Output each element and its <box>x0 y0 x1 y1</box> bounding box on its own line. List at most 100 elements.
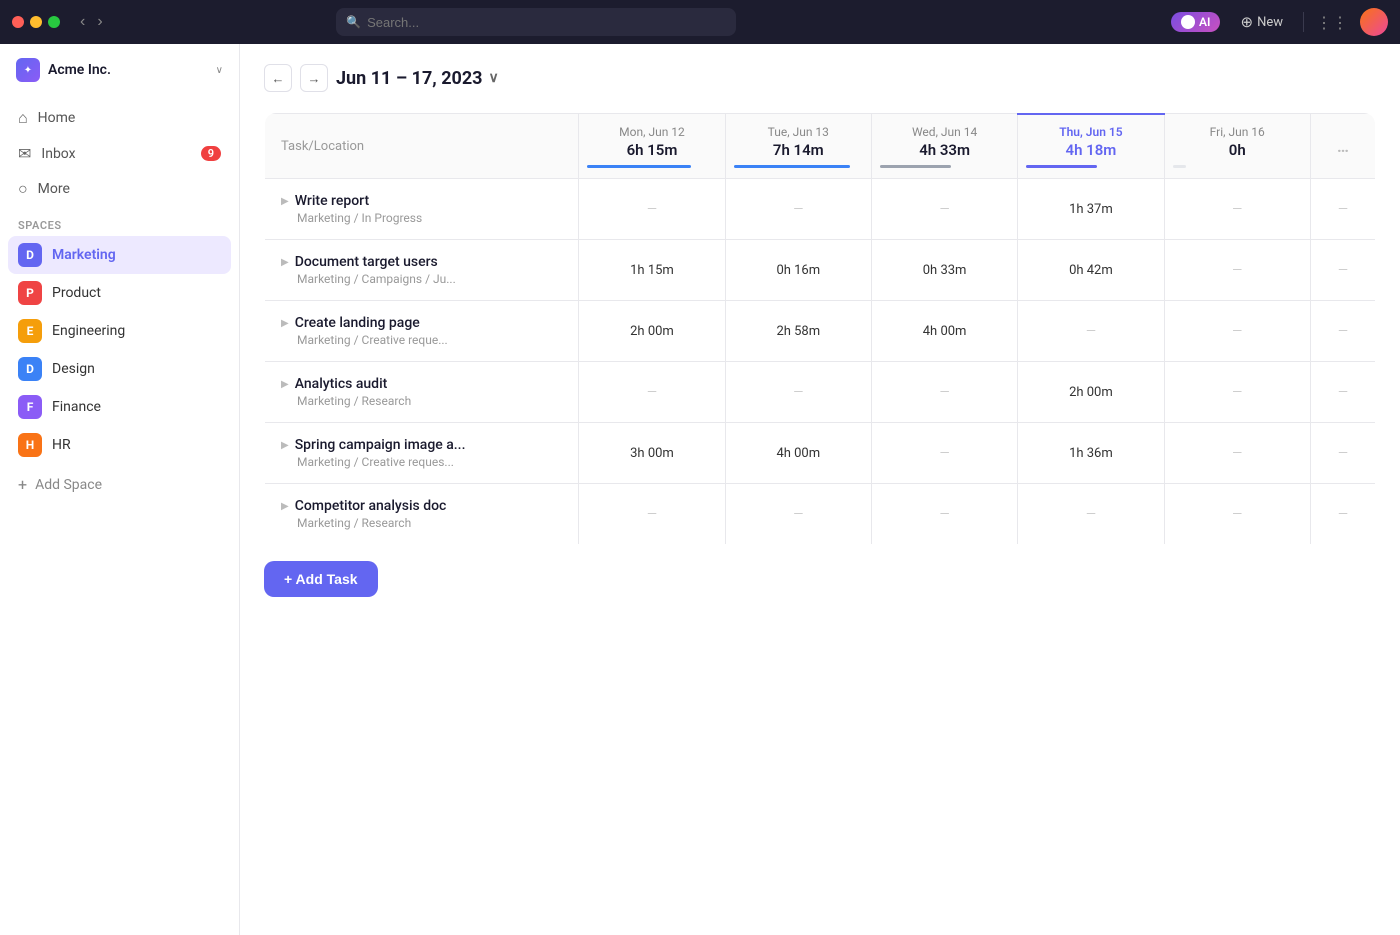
workspace-header[interactable]: Acme Inc. ∨ <box>0 44 239 96</box>
time-cell[interactable]: — <box>871 423 1017 484</box>
expand-icon[interactable]: ▶ <box>281 196 289 207</box>
expand-icon[interactable]: ▶ <box>281 318 289 329</box>
space-label-engineering: Engineering <box>52 323 125 339</box>
sidebar: Acme Inc. ∨ ⌂ Home ✉ Inbox 9 ○ More Spac… <box>0 44 240 935</box>
task-location: Marketing / Creative reque... <box>281 333 562 347</box>
grid-icon[interactable]: ⋮⋮ <box>1316 13 1348 32</box>
time-cell: 0h 42m <box>1018 240 1164 301</box>
time-cell[interactable]: — <box>1164 362 1310 423</box>
expand-icon[interactable]: ▶ <box>281 440 289 451</box>
time-cell[interactable]: — <box>1164 423 1310 484</box>
plus-icon: ⊕ <box>1240 13 1253 31</box>
time-empty: — <box>793 385 803 400</box>
date-nav: ← → Jun 11 – 17, 2023 ∨ <box>264 64 1376 92</box>
day-bar-mon <box>587 165 690 168</box>
browser-nav: ‹ › <box>76 12 107 32</box>
time-empty: — <box>793 202 803 217</box>
time-cell[interactable]: — <box>579 484 725 545</box>
task-location: Marketing / Campaigns / Ju... <box>281 272 562 286</box>
day-bar-wed <box>880 165 951 168</box>
time-empty: — <box>1232 324 1242 339</box>
time-cell[interactable]: — <box>725 484 871 545</box>
table-row: ▶ Competitor analysis doc Marketing / Re… <box>265 484 1376 545</box>
topbar-right: AI ⊕ New ⋮⋮ <box>1171 8 1388 36</box>
inbox-badge: 9 <box>201 146 221 161</box>
search-bar[interactable]: 🔍 <box>336 8 736 36</box>
sidebar-item-engineering[interactable]: E Engineering <box>8 312 231 350</box>
maximize-button[interactable] <box>48 16 60 28</box>
space-label-marketing: Marketing <box>52 247 116 263</box>
inbox-icon: ✉ <box>18 144 31 163</box>
extra-cell: — <box>1310 179 1375 240</box>
time-cell: 1h 36m <box>1018 423 1164 484</box>
add-space-button[interactable]: + Add Space <box>0 468 239 501</box>
sidebar-item-inbox[interactable]: ✉ Inbox 9 <box>8 136 231 171</box>
time-cell[interactable]: — <box>725 362 871 423</box>
add-task-button[interactable]: + Add Task <box>264 561 378 597</box>
forward-arrow[interactable]: › <box>93 12 106 32</box>
expand-icon[interactable]: ▶ <box>281 379 289 390</box>
time-cell[interactable]: — <box>1018 301 1164 362</box>
search-input[interactable] <box>367 15 726 30</box>
day-hours-tue: 7h 14m <box>734 141 863 159</box>
time-table: Task/Location Mon, Jun 12 6h 15m Tue, Ju… <box>264 112 1376 545</box>
space-dot-product: P <box>18 281 42 305</box>
day-col-fri: Fri, Jun 16 0h <box>1164 114 1310 179</box>
time-cell[interactable]: — <box>871 362 1017 423</box>
sidebar-item-home[interactable]: ⌂ Home <box>8 100 231 136</box>
table-row: ▶ Analytics audit Marketing / Research —… <box>265 362 1376 423</box>
space-label-hr: HR <box>52 437 71 453</box>
time-cell: 1h 37m <box>1018 179 1164 240</box>
minimize-button[interactable] <box>30 16 42 28</box>
date-range[interactable]: Jun 11 – 17, 2023 ∨ <box>336 68 499 89</box>
ai-button[interactable]: AI <box>1171 12 1220 32</box>
time-cell[interactable]: — <box>871 179 1017 240</box>
time-cell[interactable]: — <box>579 179 725 240</box>
new-label: New <box>1257 15 1283 30</box>
sidebar-item-more[interactable]: ○ More <box>8 171 231 207</box>
back-arrow[interactable]: ‹ <box>76 12 89 32</box>
next-week-button[interactable]: → <box>300 64 328 92</box>
sidebar-item-hr[interactable]: H HR <box>8 426 231 464</box>
prev-week-button[interactable]: ← <box>264 64 292 92</box>
space-label-design: Design <box>52 361 95 377</box>
sidebar-more-label: More <box>38 181 70 197</box>
window-controls <box>12 16 60 28</box>
space-dot-marketing: D <box>18 243 42 267</box>
task-col-header: Task/Location <box>265 114 579 179</box>
time-empty: — <box>647 202 657 217</box>
workspace-name: Acme Inc. <box>48 62 111 78</box>
day-col-wed: Wed, Jun 14 4h 33m <box>871 114 1017 179</box>
date-chevron-icon: ∨ <box>489 70 499 86</box>
time-cell[interactable]: — <box>871 484 1017 545</box>
time-cell[interactable]: — <box>1164 179 1310 240</box>
sidebar-item-finance[interactable]: F Finance <box>8 388 231 426</box>
time-cell[interactable]: — <box>725 179 871 240</box>
close-button[interactable] <box>12 16 24 28</box>
sidebar-nav: ⌂ Home ✉ Inbox 9 ○ More <box>0 96 239 211</box>
time-cell[interactable]: — <box>1164 484 1310 545</box>
content-area: ← → Jun 11 – 17, 2023 ∨ Task/Location Mo… <box>240 44 1400 935</box>
time-cell[interactable]: — <box>1018 484 1164 545</box>
sidebar-item-design[interactable]: D Design <box>8 350 231 388</box>
task-name: ▶ Create landing page <box>281 315 562 331</box>
time-cell[interactable]: — <box>579 362 725 423</box>
time-cell[interactable]: — <box>1164 240 1310 301</box>
avatar[interactable] <box>1360 8 1388 36</box>
sidebar-item-product[interactable]: P Product <box>8 274 231 312</box>
task-location: Marketing / Research <box>281 394 562 408</box>
day-name-mon: Mon, Jun 12 <box>587 125 716 139</box>
time-empty: — <box>1086 507 1096 522</box>
expand-icon[interactable]: ▶ <box>281 501 289 512</box>
table-row: ▶ Document target users Marketing / Camp… <box>265 240 1376 301</box>
time-empty: — <box>1232 507 1242 522</box>
expand-icon[interactable]: ▶ <box>281 257 289 268</box>
day-hours-fri: 0h <box>1173 141 1302 159</box>
time-cell[interactable]: — <box>1164 301 1310 362</box>
task-name: ▶ Spring campaign image a... <box>281 437 562 453</box>
sidebar-item-marketing[interactable]: D Marketing <box>8 236 231 274</box>
more-icon: ○ <box>18 179 28 199</box>
date-range-text: Jun 11 – 17, 2023 <box>336 68 483 89</box>
new-button[interactable]: ⊕ New <box>1232 9 1291 35</box>
time-empty: — <box>1232 385 1242 400</box>
